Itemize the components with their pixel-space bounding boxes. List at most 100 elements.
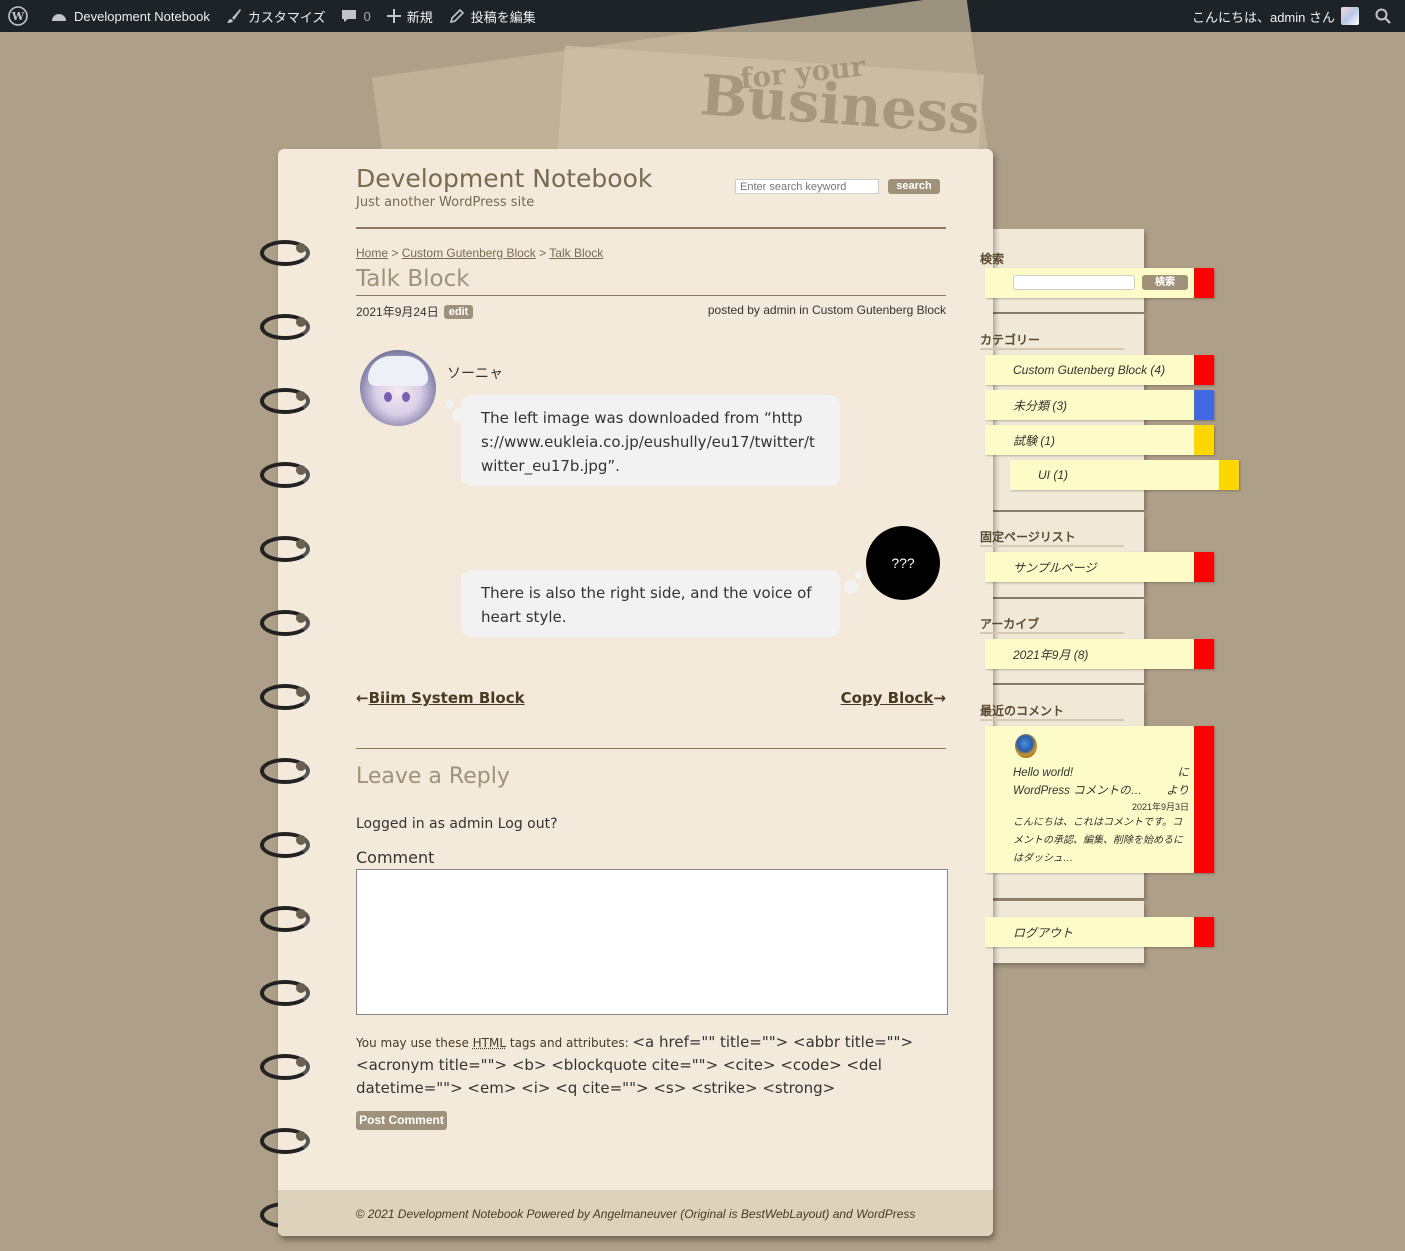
admin-bar-comments[interactable]: 0 bbox=[333, 0, 378, 32]
footer-text: © 2021 Development Notebook Powered by bbox=[355, 1207, 593, 1221]
commenter-avatar bbox=[1015, 734, 1037, 758]
logged-in-text[interactable]: Logged in as admin Log out? bbox=[356, 816, 558, 832]
breadcrumb-home[interactable]: Home bbox=[356, 246, 388, 260]
widget-search-button[interactable]: 検索 bbox=[1142, 275, 1188, 290]
reply-title: Leave a Reply bbox=[356, 764, 510, 789]
post-comment-button[interactable]: Post Comment bbox=[356, 1111, 447, 1130]
spiral-ring bbox=[258, 680, 310, 710]
edit-post-label: 投稿を編集 bbox=[470, 9, 536, 25]
admin-bar-new[interactable]: 新規 bbox=[379, 0, 441, 32]
prev-arrow: ← bbox=[356, 689, 369, 707]
spiral-ring bbox=[258, 754, 310, 784]
archive-item[interactable]: 2021年9月 (8) bbox=[985, 639, 1214, 669]
footer-text: ) and bbox=[825, 1207, 857, 1221]
title-divider bbox=[356, 295, 946, 296]
category-label: Custom Gutenberg Block (4) bbox=[1013, 363, 1166, 377]
recent-comment-ni: に bbox=[1177, 767, 1190, 779]
sticky-tab bbox=[1194, 355, 1214, 385]
meta-category-link[interactable]: Custom Gutenberg Block bbox=[812, 303, 946, 317]
header-divider bbox=[356, 227, 946, 229]
allowed-prefix: You may use these bbox=[356, 1036, 473, 1050]
breadcrumb-category[interactable]: Custom Gutenberg Block bbox=[402, 246, 536, 260]
dashboard-icon bbox=[52, 14, 66, 21]
footer-text: (Original is bbox=[676, 1207, 741, 1221]
logout-item[interactable]: ログアウト bbox=[985, 917, 1214, 947]
heading-underline bbox=[980, 632, 1124, 634]
heading-underline bbox=[980, 545, 1124, 547]
spiral-ring bbox=[258, 310, 310, 340]
spiral-ring bbox=[258, 458, 310, 488]
spiral-ring bbox=[258, 532, 310, 562]
breadcrumb: Home > Custom Gutenberg Block > Talk Blo… bbox=[356, 246, 603, 260]
previous-post-link[interactable]: ←Biim System Block bbox=[356, 689, 525, 707]
page-item[interactable]: サンプルページ bbox=[985, 552, 1214, 582]
meta-author-link[interactable]: admin bbox=[763, 303, 796, 317]
sticky-tab bbox=[1219, 460, 1239, 490]
admin-bar-edit-post[interactable]: 投稿を編集 bbox=[441, 0, 544, 32]
spiral-ring bbox=[258, 384, 310, 414]
customize-label: カスタマイズ bbox=[247, 9, 326, 25]
breadcrumb-current[interactable]: Talk Block bbox=[549, 246, 603, 260]
sticky-tab bbox=[1194, 390, 1214, 420]
spiral-ring bbox=[258, 828, 310, 858]
comments-divider bbox=[356, 748, 946, 749]
spiral-ring bbox=[258, 236, 310, 266]
next-label: Copy Block bbox=[840, 689, 934, 707]
admin-bar-account[interactable]: こんにちは、admin さん bbox=[1184, 0, 1367, 32]
admin-bar-search[interactable] bbox=[1367, 0, 1405, 32]
admin-bar-customize[interactable]: カスタマイズ bbox=[218, 0, 334, 32]
speech-bubble-left: The left image was downloaded from “http… bbox=[461, 395, 840, 486]
category-label: 未分類 (3) bbox=[1013, 398, 1068, 413]
category-item[interactable]: 試験 (1) bbox=[985, 425, 1214, 455]
spiral-ring bbox=[258, 1050, 310, 1080]
svg-text:W: W bbox=[11, 10, 25, 23]
thought-bubble-dot bbox=[855, 571, 863, 579]
greeting: こんにちは、admin さん bbox=[1191, 9, 1335, 25]
wordpress-logo-icon[interactable]: W bbox=[0, 0, 42, 32]
pencil-icon bbox=[449, 8, 464, 24]
comment-textarea[interactable] bbox=[356, 869, 948, 1015]
comment-icon bbox=[342, 10, 357, 22]
spiral-ring bbox=[258, 976, 310, 1006]
allowed-mid: tags and attributes: bbox=[506, 1036, 633, 1050]
category-item[interactable]: UI (1) bbox=[1010, 460, 1239, 490]
sticky-tab bbox=[1194, 268, 1214, 298]
spiral-ring bbox=[258, 1124, 310, 1154]
category-item[interactable]: 未分類 (3) bbox=[985, 390, 1214, 420]
comments-count: 0 bbox=[363, 8, 371, 24]
speaker-name-left: ソーニャ bbox=[447, 366, 503, 382]
heading-underline bbox=[980, 348, 1124, 350]
heading-underline bbox=[980, 719, 1124, 721]
recent-comment-item: Hello world! に WordPress コメントの… より 2021年… bbox=[985, 726, 1214, 873]
recent-comment-author[interactable]: WordPress コメントの… bbox=[1013, 782, 1142, 800]
category-label: UI (1) bbox=[1038, 468, 1068, 482]
sticky-tab bbox=[1194, 552, 1214, 582]
admin-bar-site-name[interactable]: Development Notebook bbox=[42, 0, 218, 32]
footer-bwl-link[interactable]: BestWebLayout bbox=[741, 1207, 826, 1221]
sticky-tab bbox=[1194, 639, 1214, 669]
post-title: Talk Block bbox=[356, 266, 470, 292]
allowed-tags-note: You may use these HTML tags and attribut… bbox=[356, 1031, 948, 1100]
plus-icon bbox=[386, 9, 401, 23]
comment-label: Comment bbox=[356, 848, 435, 867]
footer-angel-link[interactable]: Angelmaneuver bbox=[593, 1207, 677, 1221]
prev-label: Biim System Block bbox=[368, 689, 525, 707]
widget-archive-heading: アーカイブ bbox=[980, 617, 1040, 631]
site-name-label: Development Notebook bbox=[74, 8, 210, 24]
thought-bubble-dot bbox=[844, 580, 858, 594]
spiral-ring bbox=[258, 902, 310, 932]
recent-comment-post-link[interactable]: Hello world! bbox=[1013, 764, 1073, 782]
site-title[interactable]: Development Notebook bbox=[356, 164, 652, 193]
footer-wp-link[interactable]: WordPress bbox=[856, 1207, 915, 1221]
widget-pages-heading: 固定ページリスト bbox=[980, 530, 1076, 544]
breadcrumb-separator: > bbox=[391, 246, 399, 260]
next-post-link[interactable]: Copy Block→ bbox=[841, 689, 946, 707]
search-button[interactable]: search bbox=[888, 179, 940, 194]
widget-search-input[interactable] bbox=[1013, 275, 1135, 290]
search-input[interactable]: Enter search keyword bbox=[735, 179, 879, 194]
category-item[interactable]: Custom Gutenberg Block (4) bbox=[985, 355, 1214, 385]
admin-bar: W Development Notebook カスタマイズ 0 新規 投稿を編集… bbox=[0, 0, 1405, 32]
brush-icon bbox=[226, 9, 241, 23]
widget-search-sticky: 検索 bbox=[985, 268, 1214, 298]
edit-button[interactable]: edit bbox=[443, 304, 474, 319]
